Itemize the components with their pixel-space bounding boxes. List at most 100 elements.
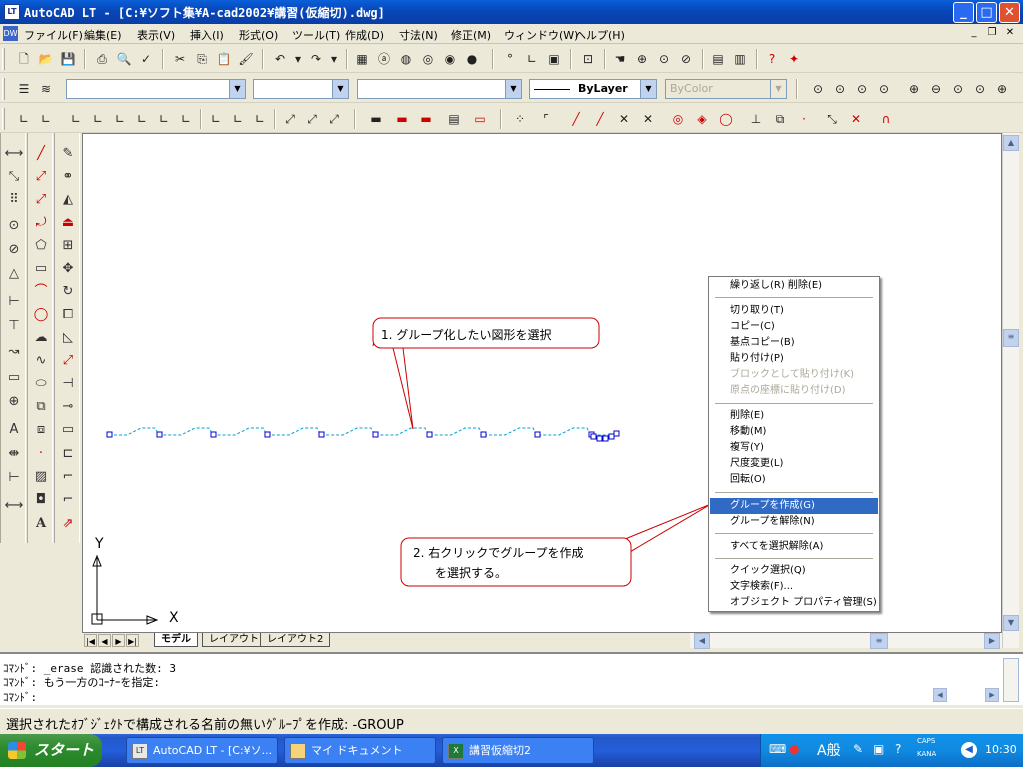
- color-combo[interactable]: ▼: [357, 79, 522, 99]
- menu-item-paste[interactable]: 貼り付け(P): [710, 351, 878, 367]
- scale-icon[interactable]: ⧠: [57, 304, 79, 326]
- dim-text-edit-icon[interactable]: ⇼: [3, 443, 25, 465]
- stretch-icon[interactable]: ◺: [57, 327, 79, 349]
- ucs-object-icon[interactable]: ∟: [88, 109, 108, 129]
- pan-icon[interactable]: ☚: [610, 49, 630, 69]
- mdi-minimize-button[interactable]: _: [966, 26, 982, 40]
- command-window[interactable]: ｺﾏﾝﾄﾞ: _erase 認識された数: 3 ｺﾏﾝﾄﾞ: もう一方のｺｰﾅｰ…: [0, 652, 1023, 705]
- chevron-down-icon[interactable]: ▼: [229, 80, 245, 98]
- break-at-point-icon[interactable]: ⊏: [57, 443, 79, 465]
- ucs-icon[interactable]: ∟: [522, 49, 542, 69]
- grip[interactable]: [590, 433, 597, 440]
- next-tab-icon[interactable]: ▶: [112, 634, 125, 647]
- grip[interactable]: [318, 431, 325, 438]
- text-icon[interactable]: A: [30, 513, 52, 535]
- erase-icon[interactable]: ✎: [57, 143, 79, 165]
- menu-window[interactable]: ウィンドウ(W): [504, 27, 578, 43]
- menu-item-properties[interactable]: オブジェクト プロパティ管理(S): [710, 595, 878, 611]
- browse-web-icon[interactable]: ◉: [440, 49, 460, 69]
- hyperlink-icon[interactable]: ◎: [418, 49, 438, 69]
- menu-item-move[interactable]: 移動(M): [710, 424, 878, 440]
- osnap-perpendicular-icon[interactable]: ⊥: [746, 109, 766, 129]
- maximize-button[interactable]: □: [976, 2, 997, 23]
- undo-dropdown-icon[interactable]: ▾: [288, 49, 308, 69]
- redo-icon[interactable]: ↷: [306, 49, 326, 69]
- grip[interactable]: [426, 431, 433, 438]
- dim-continue-icon[interactable]: ↝: [3, 341, 25, 363]
- extend-icon[interactable]: ⊸: [57, 396, 79, 418]
- fillet-icon[interactable]: ⌐: [57, 489, 79, 511]
- app-icon[interactable]: LT: [4, 4, 20, 20]
- cmd-vertical-scrollbar[interactable]: [1003, 658, 1019, 702]
- dim-update-icon[interactable]: ▬: [416, 109, 436, 129]
- new-icon[interactable]: 🗋: [14, 49, 34, 69]
- ucs-3point-icon[interactable]: ∟: [176, 109, 196, 129]
- osnap-quadrant-icon[interactable]: ◈: [692, 109, 712, 129]
- dim-baseline-icon[interactable]: ⊤: [3, 315, 25, 337]
- quick-dim-icon[interactable]: ⊢: [3, 291, 25, 313]
- toolbar-grip[interactable]: [2, 48, 5, 70]
- scroll-up-icon[interactable]: ▲: [1003, 135, 1019, 151]
- toolbar-grip[interactable]: [2, 108, 5, 130]
- copy-object-icon[interactable]: ⚭: [57, 166, 79, 188]
- region-icon[interactable]: ◘: [30, 489, 52, 511]
- osnap-nearest-icon[interactable]: ⤡: [822, 109, 842, 129]
- undo-icon[interactable]: ↶: [270, 49, 290, 69]
- menu-modify[interactable]: 修正(M): [451, 27, 491, 43]
- scroll-down-icon[interactable]: ▼: [1003, 615, 1019, 631]
- osnap-apparent-icon[interactable]: ✕: [638, 109, 658, 129]
- osnap-midpoint-icon[interactable]: ╱: [590, 109, 610, 129]
- grip[interactable]: [613, 430, 620, 437]
- chevron-down-icon[interactable]: ▼: [332, 80, 348, 98]
- osnap-endpoint-icon[interactable]: ╱: [566, 109, 586, 129]
- ucs-named-icon[interactable]: ⤢: [302, 109, 322, 129]
- print-preview-icon[interactable]: 🔍: [114, 49, 134, 69]
- move-icon[interactable]: ✥: [57, 258, 79, 280]
- menu-view[interactable]: 表示(V): [137, 27, 175, 43]
- menu-item-cut[interactable]: 切り取り(T): [710, 303, 878, 319]
- layer-combo[interactable]: ▼: [66, 79, 246, 99]
- offset-icon[interactable]: ⏏: [57, 212, 79, 234]
- ellipse-icon[interactable]: ⬭: [30, 373, 52, 395]
- cmd-scroll-left-icon[interactable]: ◀: [933, 688, 947, 702]
- horizontal-scrollbar[interactable]: ◀ ≡ ▶: [690, 633, 1002, 649]
- menu-item-create-group[interactable]: グループを作成(G): [710, 498, 878, 514]
- xyz-icon[interactable]: ▭: [470, 109, 490, 129]
- minimize-button[interactable]: _: [953, 2, 974, 23]
- dim-angular-icon[interactable]: △: [3, 263, 25, 285]
- zoom-center-icon[interactable]: ⊙: [874, 79, 894, 99]
- print-icon[interactable]: ⎙: [92, 49, 112, 69]
- today-icon[interactable]: ⓐ: [374, 49, 394, 69]
- scroll-thumb[interactable]: ≡: [870, 633, 888, 649]
- lengthen-icon[interactable]: ⤢: [57, 350, 79, 372]
- prev-tab-icon[interactable]: ◀: [98, 634, 111, 647]
- menu-tools[interactable]: ツール(T): [292, 27, 340, 43]
- keyboard-icon[interactable]: ⌨: [769, 742, 786, 756]
- tab-model[interactable]: モデル: [154, 633, 198, 647]
- cut-icon[interactable]: ✂: [170, 49, 190, 69]
- ime-tools-icon[interactable]: ✎: [853, 742, 863, 756]
- chamfer-icon[interactable]: ⌐: [57, 466, 79, 488]
- osnap-none-icon[interactable]: ✕: [846, 109, 866, 129]
- start-button[interactable]: スタート: [0, 734, 102, 767]
- scroll-left-icon[interactable]: ◀: [694, 633, 710, 649]
- object-snap-icon[interactable]: °: [500, 49, 520, 69]
- grip[interactable]: [210, 431, 217, 438]
- dim-ordinate-icon[interactable]: ⠿: [3, 189, 25, 211]
- menu-item-scale[interactable]: 尺度変更(L): [710, 456, 878, 472]
- make-layer-current-icon[interactable]: ≋: [36, 79, 56, 99]
- circle-icon[interactable]: ◯: [30, 304, 52, 326]
- osnap-node-icon[interactable]: ·: [794, 109, 814, 129]
- grip[interactable]: [480, 431, 487, 438]
- cmd-scroll-right-icon[interactable]: ▶: [985, 688, 999, 702]
- scroll-thumb[interactable]: ≡: [1003, 329, 1019, 347]
- menu-item-quick-select[interactable]: クイック選択(Q): [710, 563, 878, 579]
- multiline-icon[interactable]: ⤾: [30, 212, 52, 234]
- menu-help[interactable]: ヘルプ(H): [575, 27, 625, 43]
- redraw-icon[interactable]: ⊡: [578, 49, 598, 69]
- brand-icon[interactable]: ✦: [784, 49, 804, 69]
- zoom-dynamic-icon[interactable]: ⊙: [830, 79, 850, 99]
- explode-icon[interactable]: ⇗: [57, 513, 79, 535]
- osnap-from-icon[interactable]: ⌜: [536, 109, 556, 129]
- menu-item-copy-base[interactable]: 基点コピー(B): [710, 335, 878, 351]
